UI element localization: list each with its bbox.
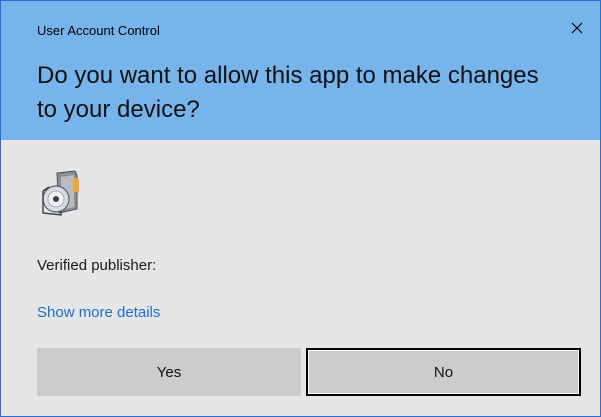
app-installer-icon [42, 170, 79, 216]
close-button[interactable] [566, 17, 588, 39]
yes-button[interactable]: Yes [37, 348, 301, 396]
dialog-header: User Account Control Do you want to allo… [1, 1, 600, 140]
show-more-details-link[interactable]: Show more details [37, 304, 160, 321]
verified-publisher-label: Verified publisher: [37, 257, 157, 274]
close-icon [571, 22, 583, 34]
window-title: User Account Control [37, 23, 160, 38]
no-button[interactable]: No [306, 348, 581, 396]
dialog-question: Do you want to allow this app to make ch… [37, 62, 539, 123]
uac-dialog: User Account Control Do you want to allo… [0, 0, 601, 417]
